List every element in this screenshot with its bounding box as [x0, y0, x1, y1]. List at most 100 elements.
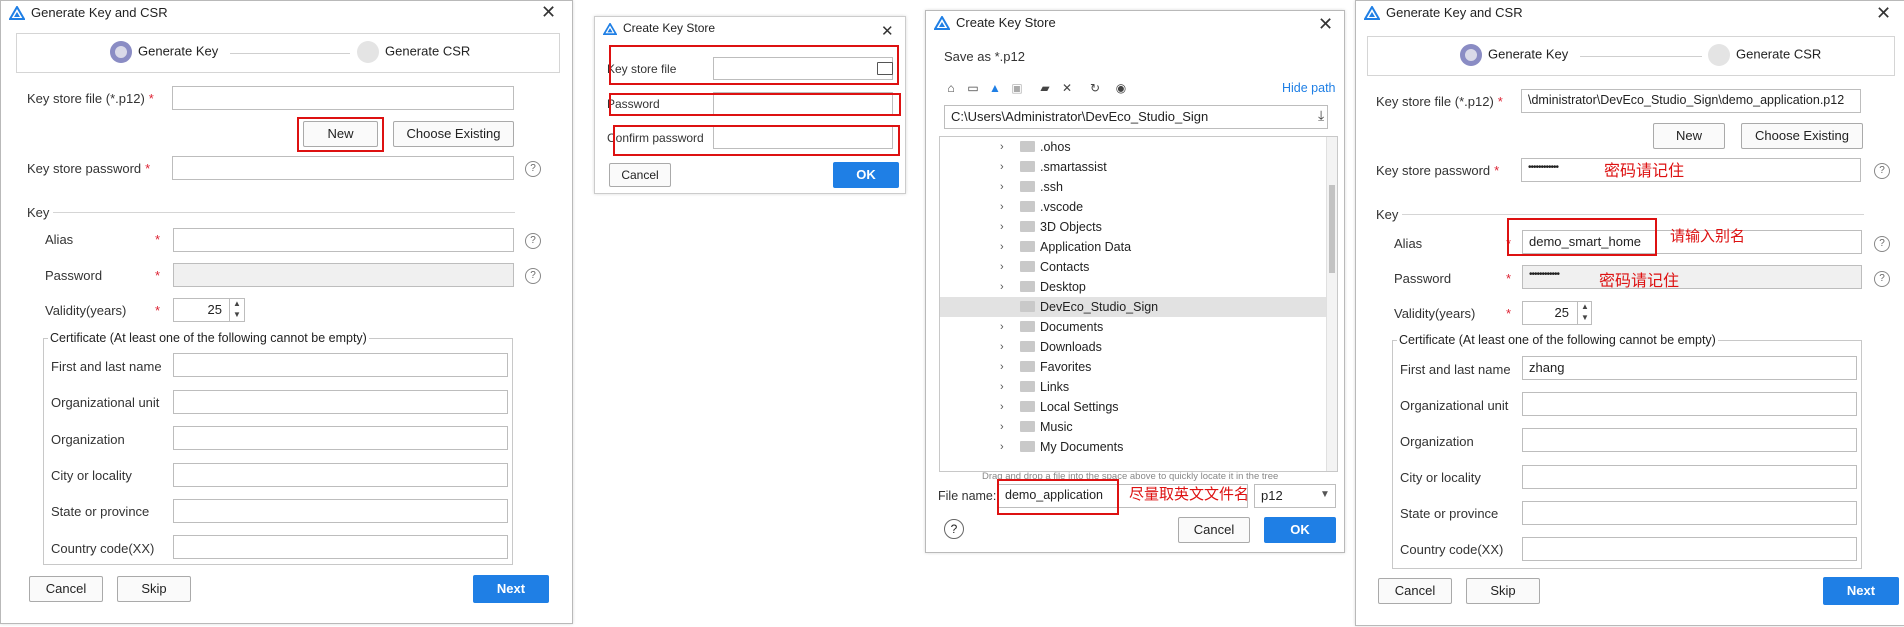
tree-item[interactable]: › Music [940, 417, 1337, 437]
tree-item[interactable]: › Application Data [940, 237, 1337, 257]
keystore-password-input[interactable] [172, 156, 514, 180]
chevron-right-icon[interactable]: › [1000, 337, 1004, 357]
desktop-icon[interactable]: ▭ [966, 81, 980, 95]
cancel-button[interactable]: Cancel [1378, 578, 1452, 604]
password-input[interactable] [713, 92, 893, 115]
password-input[interactable]: •••••••••••• [1522, 265, 1862, 289]
new-button[interactable]: New [303, 121, 378, 147]
cert-field-input[interactable] [1522, 501, 1857, 525]
chevron-right-icon[interactable]: › [1000, 197, 1004, 217]
cancel-button[interactable]: Cancel [609, 163, 671, 187]
alias-input[interactable] [173, 228, 514, 252]
stepper-arrows-icon[interactable]: ▲ ▼ [229, 298, 244, 322]
tree-item[interactable]: › Desktop [940, 277, 1337, 297]
chevron-right-icon[interactable]: › [1000, 237, 1004, 257]
chevron-right-icon[interactable]: › [1000, 257, 1004, 277]
deveco-logo-icon [8, 5, 26, 23]
skip-button[interactable]: Skip [117, 576, 191, 602]
help-icon[interactable]: ? [525, 268, 541, 284]
refresh-icon[interactable]: ↻ [1088, 81, 1102, 95]
step-inactive-icon [1708, 44, 1730, 66]
cancel-button[interactable]: Cancel [1178, 517, 1250, 543]
tree-item[interactable]: › .ohos [940, 137, 1337, 157]
chevron-right-icon[interactable]: › [1000, 177, 1004, 197]
chevron-right-icon[interactable]: › [1000, 137, 1004, 157]
help-icon[interactable]: ? [944, 519, 964, 539]
show-hidden-icon[interactable]: ◉ [1114, 81, 1128, 95]
cert-field-input[interactable] [1522, 428, 1857, 452]
skip-button[interactable]: Skip [1466, 578, 1540, 604]
tree-item[interactable]: › .ssh [940, 177, 1337, 197]
tree-item[interactable]: › .smartassist [940, 157, 1337, 177]
close-icon[interactable]: ✕ [1318, 15, 1333, 33]
tree-item[interactable]: › Downloads [940, 337, 1337, 357]
keystore-file-input[interactable] [713, 57, 893, 80]
cert-field-input[interactable] [173, 535, 508, 559]
help-icon[interactable]: ? [525, 161, 541, 177]
close-icon[interactable]: ✕ [541, 3, 556, 21]
tree-item[interactable]: › Favorites [940, 357, 1337, 377]
tree-item[interactable]: › Documents [940, 317, 1337, 337]
module-icon[interactable]: ▣ [1010, 81, 1024, 95]
chevron-right-icon[interactable]: › [1000, 357, 1004, 377]
next-button[interactable]: Next [473, 575, 549, 603]
step-connector [1580, 56, 1702, 57]
folder-icon[interactable] [877, 62, 893, 75]
cert-field-input[interactable] [1522, 392, 1857, 416]
path-input[interactable]: C:\Users\Administrator\DevEco_Studio_Sig… [944, 105, 1328, 129]
delete-icon[interactable]: ✕ [1060, 81, 1074, 95]
project-icon[interactable]: ▲ [988, 81, 1002, 95]
home-icon[interactable]: ⌂ [944, 81, 958, 95]
ok-button[interactable]: OK [1264, 517, 1336, 543]
cert-field-input[interactable]: zhang [1522, 356, 1857, 380]
chevron-right-icon[interactable]: › [1000, 377, 1004, 397]
tree-item[interactable]: DevEco_Studio_Sign [940, 297, 1337, 317]
close-icon[interactable]: ✕ [881, 23, 894, 41]
cert-field-input[interactable] [173, 499, 508, 523]
keystore-file-input[interactable]: \dministrator\DevEco_Studio_Sign\demo_ap… [1521, 89, 1861, 113]
tree-item[interactable]: › .vscode [940, 197, 1337, 217]
close-icon[interactable]: ✕ [1876, 4, 1891, 22]
chevron-right-icon[interactable]: › [1000, 417, 1004, 437]
certificate-legend: Certificate (At least one of the followi… [50, 331, 367, 345]
cert-field-input[interactable] [1522, 537, 1857, 561]
help-icon[interactable]: ? [525, 233, 541, 249]
ok-button[interactable]: OK [833, 162, 899, 188]
choose-existing-button[interactable]: Choose Existing [1741, 123, 1863, 149]
tree-item[interactable]: › 3D Objects [940, 217, 1337, 237]
password-required: * [1506, 271, 1512, 286]
tree-item[interactable]: › Links [940, 377, 1337, 397]
cert-field-input[interactable] [1522, 465, 1857, 489]
tree-item[interactable]: › Contacts [940, 257, 1337, 277]
download-icon[interactable]: ⤓ [1318, 107, 1324, 124]
chevron-right-icon[interactable]: › [1000, 317, 1004, 337]
chevron-right-icon[interactable]: › [1000, 437, 1004, 457]
cert-field-input[interactable] [173, 463, 508, 487]
chevron-right-icon[interactable]: › [1000, 397, 1004, 417]
chevron-down-icon[interactable]: ▼ [1320, 489, 1330, 500]
chevron-right-icon[interactable]: › [1000, 277, 1004, 297]
help-icon[interactable]: ? [1874, 271, 1890, 287]
hide-path-link[interactable]: Hide path [1282, 81, 1336, 95]
tree-scrollbar[interactable] [1326, 137, 1337, 471]
help-icon[interactable]: ? [1874, 236, 1890, 252]
chevron-right-icon[interactable]: › [1000, 157, 1004, 177]
choose-existing-button[interactable]: Choose Existing [393, 121, 514, 147]
keystore-file-input[interactable] [172, 86, 514, 110]
keystore-password-input[interactable]: •••••••••••• [1521, 158, 1861, 182]
stepper-arrows-icon[interactable]: ▲ ▼ [1577, 301, 1592, 325]
cancel-button[interactable]: Cancel [29, 576, 103, 602]
next-button[interactable]: Next [1823, 577, 1899, 605]
cert-field-input[interactable] [173, 426, 508, 450]
tree-item[interactable]: › My Documents [940, 437, 1337, 457]
help-icon[interactable]: ? [1874, 163, 1890, 179]
cert-field-input[interactable] [173, 353, 508, 377]
password-input[interactable] [173, 263, 514, 287]
chevron-right-icon[interactable]: › [1000, 217, 1004, 237]
tree-item[interactable]: › Local Settings [940, 397, 1337, 417]
confirm-password-input[interactable] [713, 126, 893, 149]
cert-field-input[interactable] [173, 390, 508, 414]
new-folder-icon[interactable]: ▰ [1038, 81, 1052, 95]
new-button[interactable]: New [1653, 123, 1725, 149]
scrollbar-thumb[interactable] [1329, 185, 1335, 273]
